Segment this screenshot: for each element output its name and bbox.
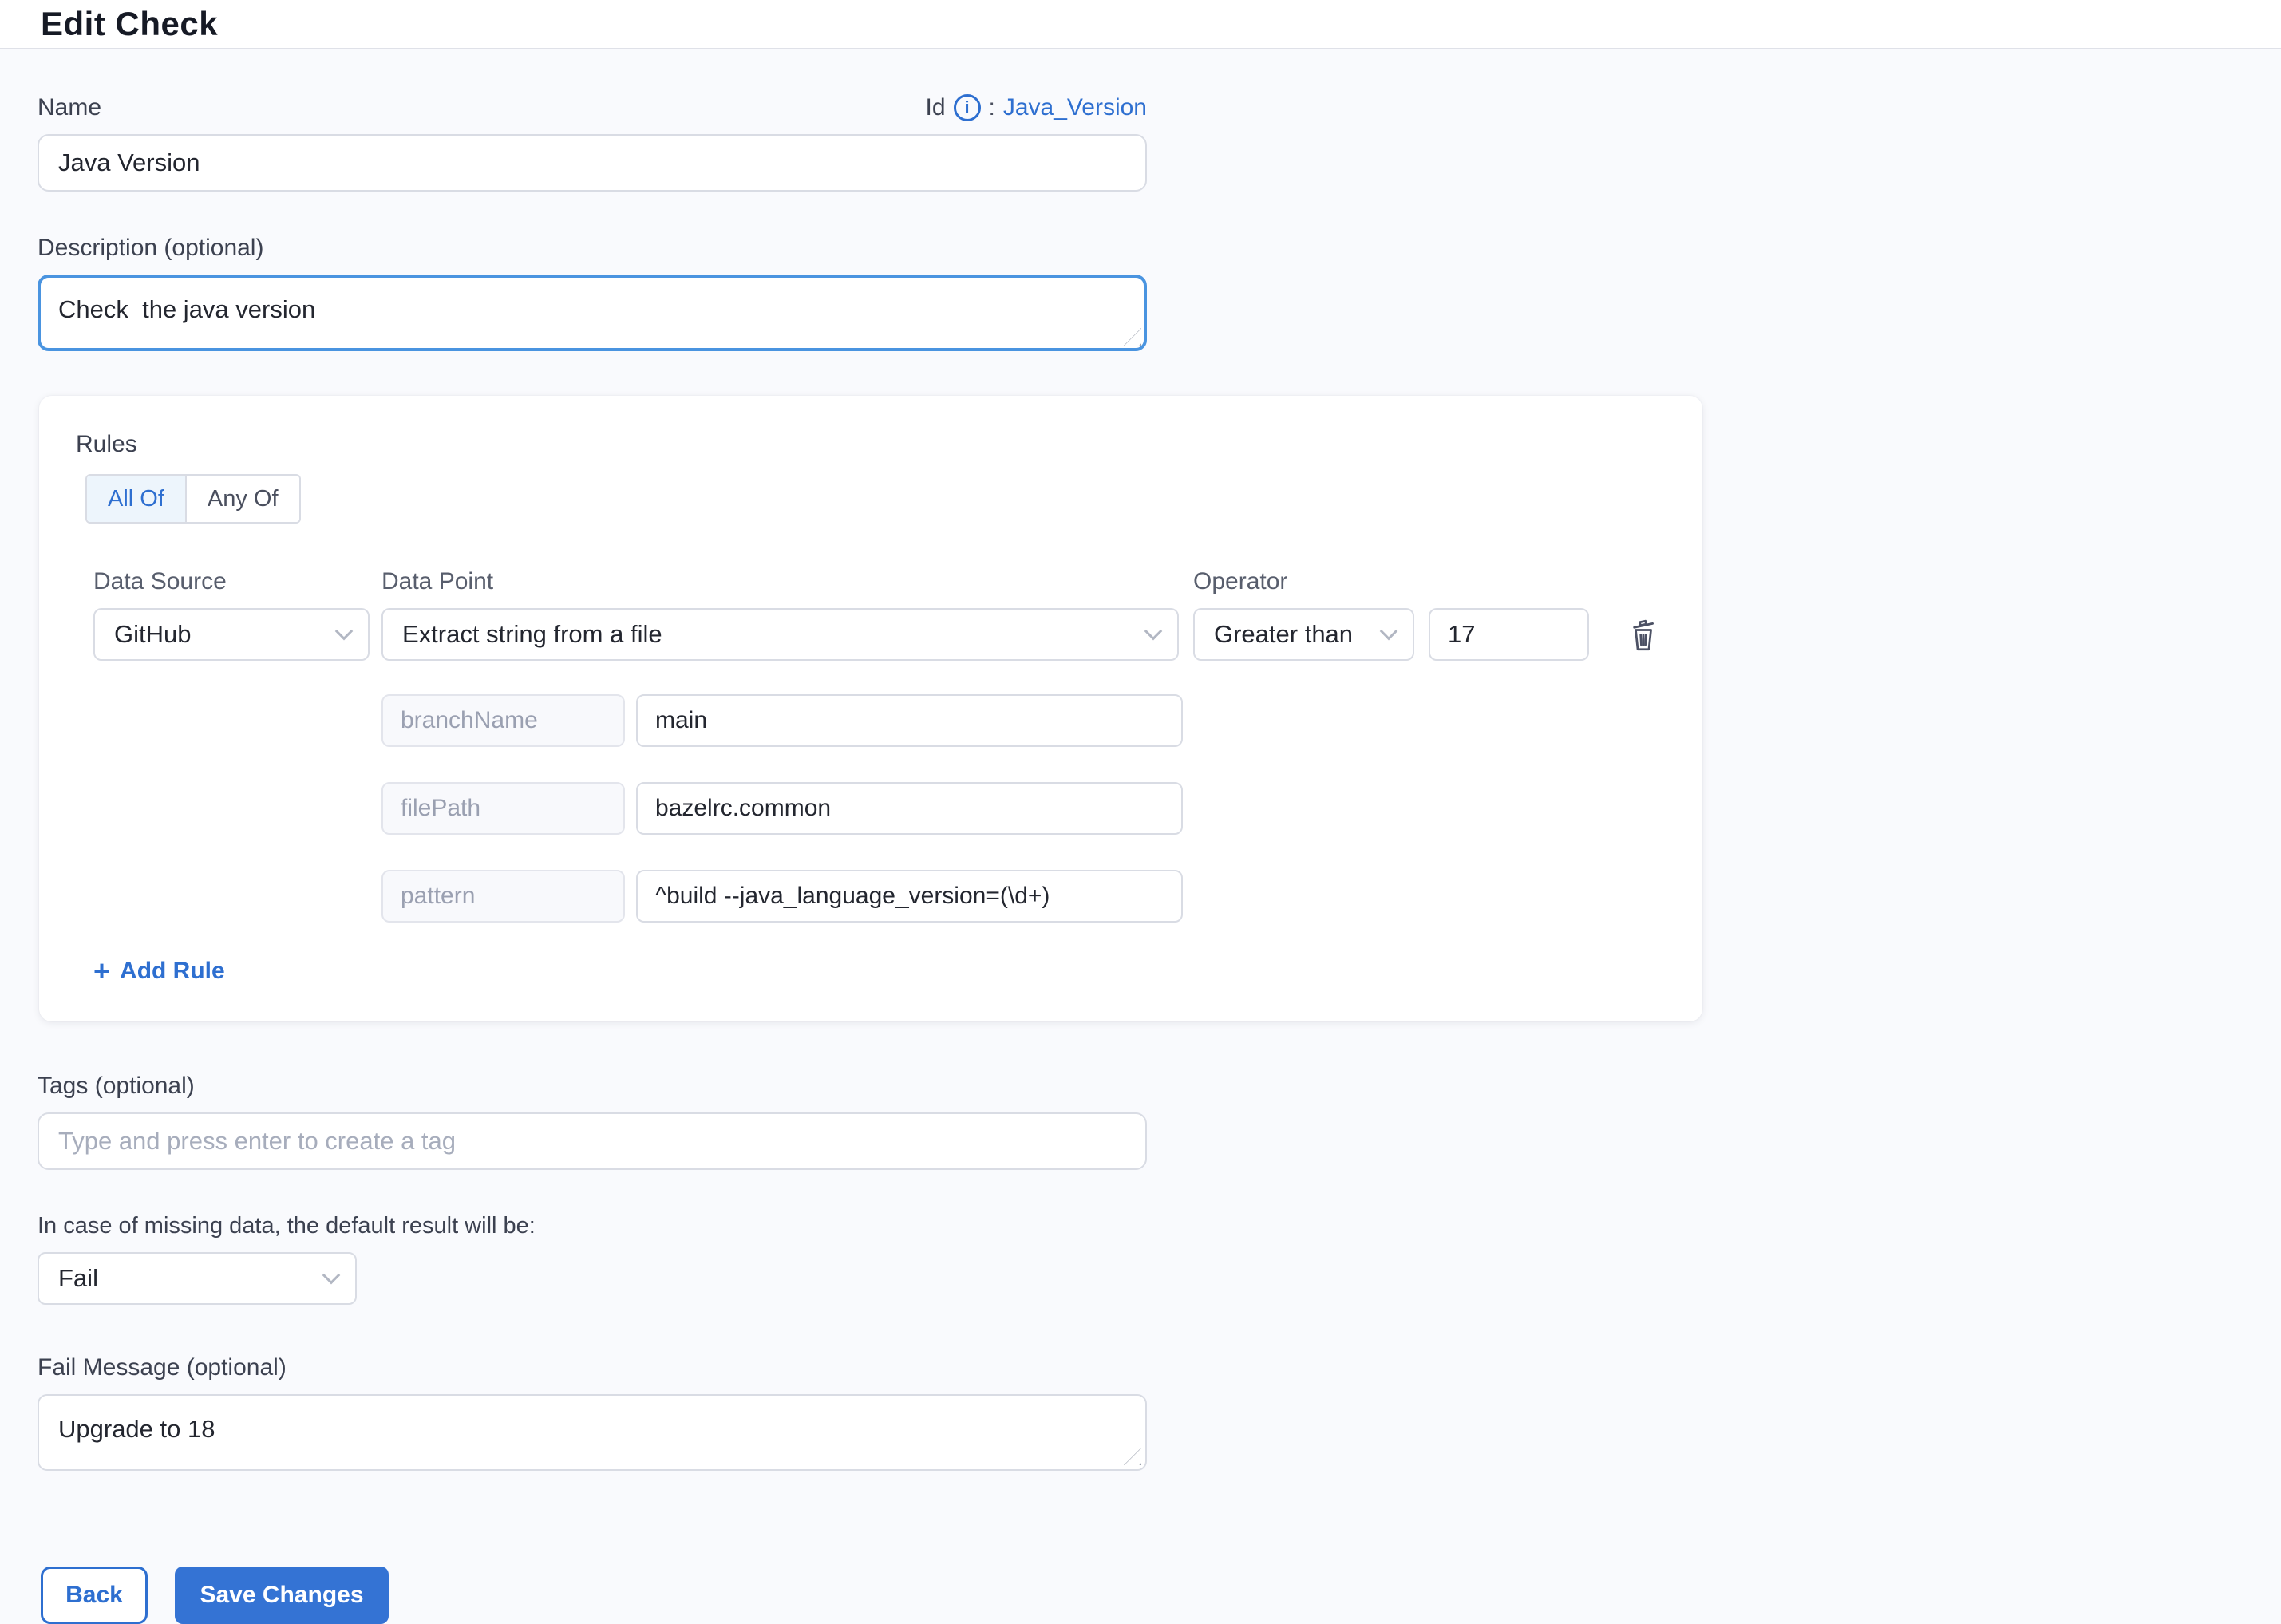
edit-check-page: Edit Check Name Id i : Java_Version Desc… [0, 0, 2281, 1586]
chevron-down-icon [1144, 622, 1163, 641]
form-content: Name Id i : Java_Version Description (op… [0, 94, 2281, 1624]
operator-label: Operator [1193, 568, 1414, 595]
page-header: Edit Check [0, 0, 2281, 49]
add-rule-label: Add Rule [120, 958, 225, 985]
chevron-down-icon [1380, 622, 1398, 641]
rules-card: Rules All Of Any Of Data Source Data Poi… [39, 396, 1702, 1021]
back-button[interactable]: Back [41, 1567, 148, 1624]
trash-icon [1626, 644, 1661, 656]
missing-data-label: In case of missing data, the default res… [38, 1213, 2281, 1239]
page-title: Edit Check [41, 5, 218, 43]
rule-param-row [39, 694, 1702, 747]
tags-input[interactable] [38, 1112, 1147, 1170]
id-colon: : [989, 94, 995, 121]
fail-message-textarea[interactable]: Upgrade to 18 [38, 1394, 1147, 1471]
info-icon[interactable]: i [954, 94, 981, 121]
operator-value: Greater than [1214, 620, 1353, 649]
fail-message-wrap: Upgrade to 18 [38, 1394, 1147, 1471]
chevron-down-icon [335, 622, 354, 641]
plus-icon: + [93, 959, 110, 983]
param-value-input[interactable] [636, 870, 1183, 923]
param-name-input [381, 870, 625, 923]
description-textarea[interactable]: Check the java version [38, 275, 1147, 351]
check-id-link[interactable]: Java_Version [1003, 94, 1147, 121]
data-point-select[interactable]: Extract string from a file [381, 608, 1179, 661]
description-label: Description (optional) [38, 235, 2281, 262]
data-source-select[interactable]: GitHub [93, 608, 370, 661]
chevron-down-icon [322, 1266, 341, 1285]
data-source-label: Data Source [93, 568, 370, 595]
name-input[interactable] [38, 134, 1147, 192]
param-name-input [381, 694, 625, 747]
param-value-input[interactable] [636, 694, 1183, 747]
tags-label: Tags (optional) [38, 1073, 2281, 1100]
rule-column-labels: Data Source Data Point Operator [39, 568, 1702, 595]
operator-select[interactable]: Greater than [1193, 608, 1414, 661]
param-name-input [381, 782, 625, 835]
rules-mode-toggle: All Of Any Of [85, 474, 301, 524]
name-label: Name [38, 94, 101, 121]
param-value-input[interactable] [636, 782, 1183, 835]
add-rule-button[interactable]: + Add Rule [93, 958, 225, 985]
default-result-select[interactable]: Fail [38, 1252, 357, 1305]
check-id-row: Id i : Java_Version [926, 94, 1148, 121]
toggle-any-of[interactable]: Any Of [185, 476, 299, 522]
operator-value-input[interactable] [1429, 608, 1589, 661]
name-id-row: Name Id i : Java_Version [38, 94, 1147, 121]
delete-rule-button[interactable] [1626, 615, 1661, 654]
form-actions: Back Save Changes [38, 1567, 2281, 1624]
id-label: Id [926, 94, 946, 121]
rule-param-row [39, 782, 1702, 835]
data-point-value: Extract string from a file [402, 620, 662, 649]
default-result-value: Fail [58, 1264, 98, 1293]
description-wrap: Check the java version [38, 275, 1147, 351]
rule-row: GitHub Extract string from a file Greate… [39, 608, 1702, 661]
toggle-all-of[interactable]: All Of [87, 476, 185, 522]
data-source-value: GitHub [114, 620, 191, 649]
rule-param-row [39, 870, 1702, 923]
data-point-label: Data Point [381, 568, 1179, 595]
save-changes-button[interactable]: Save Changes [175, 1567, 389, 1624]
rules-label: Rules [76, 431, 1702, 458]
fail-message-label: Fail Message (optional) [38, 1354, 2281, 1381]
